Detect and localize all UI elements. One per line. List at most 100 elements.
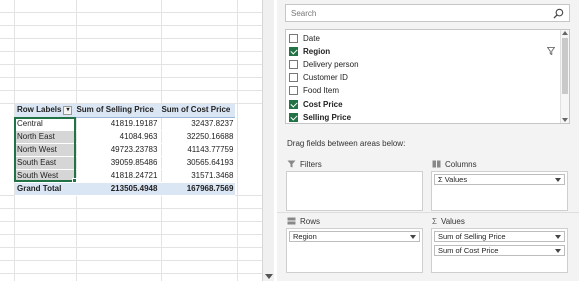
field-item-food-item[interactable]: Food Item xyxy=(289,84,557,97)
rows-region-pill[interactable]: Region xyxy=(289,231,420,242)
rows-area-title: Rows xyxy=(300,216,321,226)
area-separator xyxy=(277,212,579,213)
field-label: Region xyxy=(303,47,331,56)
pill-label: Sum of Selling Price xyxy=(438,232,506,241)
field-checkbox[interactable] xyxy=(289,60,298,69)
grid-row-line xyxy=(0,25,262,26)
grand-total-selling[interactable]: 213505.4948 xyxy=(74,181,160,196)
values-sum-cost-pill[interactable]: Sum of Cost Price xyxy=(434,245,565,256)
columns-icon xyxy=(432,160,441,168)
field-item-date[interactable]: Date xyxy=(289,32,557,45)
values-drop-zone[interactable]: Sum of Selling Price Sum of Cost Price xyxy=(431,228,568,273)
drag-fields-instruction: Drag fields between areas below: xyxy=(287,139,406,148)
grid-row-line xyxy=(0,64,262,65)
region-cell[interactable]: South East xyxy=(15,156,75,170)
grid-row-line xyxy=(0,90,262,91)
field-item-selling-price[interactable]: Selling Price xyxy=(289,111,557,123)
sheet-vertical-scrollbar[interactable] xyxy=(262,0,274,281)
table-row[interactable]: Central 41819.19187 32437.8237 xyxy=(15,117,236,131)
columns-area-title: Columns xyxy=(445,159,477,169)
rows-area-header: Rows xyxy=(287,215,320,227)
filters-drop-zone[interactable] xyxy=(286,171,423,211)
selling-cell[interactable]: 41818.24721 xyxy=(74,169,160,183)
selling-cell[interactable]: 41084.963 xyxy=(74,130,160,144)
cost-cell[interactable]: 30565.64193 xyxy=(159,156,236,170)
chevron-down-icon[interactable] xyxy=(555,249,561,253)
field-label: Date xyxy=(303,34,320,43)
pivot-header-row: Row Labels ▾ Sum of Selling Price Sum of … xyxy=(15,104,236,118)
region-cell[interactable]: North East xyxy=(15,130,75,144)
grid-row-line xyxy=(0,77,262,78)
region-cell[interactable]: Central xyxy=(15,117,75,131)
spreadsheet-grid[interactable]: Row Labels ▾ Sum of Selling Price Sum of … xyxy=(0,0,262,281)
field-label: Selling Price xyxy=(303,113,352,122)
grand-total-row[interactable]: Grand Total 213505.4948 167968.7569 xyxy=(15,181,236,196)
field-item-cost-price[interactable]: Cost Price xyxy=(289,98,557,111)
pivot-table[interactable]: Row Labels ▾ Sum of Selling Price Sum of … xyxy=(15,104,236,196)
chevron-down-icon[interactable] xyxy=(555,178,561,182)
table-row[interactable]: South East 39059.85486 30565.64193 xyxy=(15,156,236,170)
sigma-icon: Σ xyxy=(432,216,437,226)
field-search-box[interactable]: Search xyxy=(285,4,570,22)
table-row[interactable]: North West 49723.23783 41143.77759 xyxy=(15,143,236,157)
values-sum-selling-pill[interactable]: Sum of Selling Price xyxy=(434,231,565,242)
pivot-field-list[interactable]: Date Region Delivery person Customer ID … xyxy=(285,29,570,124)
rows-icon xyxy=(287,217,296,225)
region-cell[interactable]: North West xyxy=(15,143,75,157)
grid-column-line xyxy=(237,0,238,281)
chevron-down-icon[interactable] xyxy=(555,235,561,239)
field-label: Customer ID xyxy=(303,73,348,82)
region-cell[interactable]: South West xyxy=(15,169,75,183)
cost-cell[interactable]: 41143.77759 xyxy=(159,143,236,157)
pill-label: Region xyxy=(293,232,317,241)
field-checkbox[interactable] xyxy=(289,86,298,95)
field-checkbox[interactable] xyxy=(289,47,298,56)
columns-area-header: Columns xyxy=(432,158,477,170)
cost-cell[interactable]: 31571.3468 xyxy=(159,169,236,183)
chevron-down-icon[interactable] xyxy=(410,235,416,239)
field-item-customer-id[interactable]: Customer ID xyxy=(289,71,557,84)
columns-drop-zone[interactable]: Σ Values xyxy=(431,171,568,211)
field-label: Food Item xyxy=(303,86,340,95)
cost-cell[interactable]: 32437.8237 xyxy=(159,117,236,131)
field-item-region[interactable]: Region xyxy=(289,45,557,58)
scroll-down-arrow-icon[interactable] xyxy=(265,274,273,279)
scroll-thumb[interactable] xyxy=(562,38,568,94)
field-checkbox[interactable] xyxy=(289,113,298,122)
filters-area-title: Filters xyxy=(300,159,322,169)
field-label: Cost Price xyxy=(303,100,343,109)
fill-handle[interactable] xyxy=(72,178,77,183)
field-checkbox[interactable] xyxy=(289,73,298,82)
grand-total-label[interactable]: Grand Total xyxy=(15,181,75,196)
field-checkbox[interactable] xyxy=(289,100,298,109)
filter-funnel-icon[interactable] xyxy=(547,47,555,55)
selling-cell[interactable]: 49723.23783 xyxy=(74,143,160,157)
search-placeholder: Search xyxy=(291,9,317,18)
grid-row-line xyxy=(0,260,262,261)
field-list-scrollbar[interactable] xyxy=(560,30,569,123)
search-icon[interactable] xyxy=(553,8,564,19)
table-row[interactable]: North East 41084.963 32250.16688 xyxy=(15,130,236,144)
scroll-down-arrow-icon[interactable] xyxy=(562,118,568,122)
filters-area-header: Filters xyxy=(287,158,322,170)
grid-row-line xyxy=(0,12,262,13)
cost-cell[interactable]: 32250.16688 xyxy=(159,130,236,144)
grid-row-line xyxy=(0,221,262,222)
field-label: Delivery person xyxy=(303,60,359,69)
selling-cell[interactable]: 39059.85486 xyxy=(74,156,160,170)
selling-cell[interactable]: 41819.19187 xyxy=(74,117,160,131)
sum-selling-header[interactable]: Sum of Selling Price xyxy=(74,104,160,118)
pill-label: Sum of Cost Price xyxy=(438,246,499,255)
columns-values-pill[interactable]: Σ Values xyxy=(434,174,565,185)
filter-dropdown-icon[interactable]: ▾ xyxy=(63,105,73,115)
field-item-delivery-person[interactable]: Delivery person xyxy=(289,58,557,71)
pill-label: Σ Values xyxy=(438,175,468,184)
grid-row-line xyxy=(0,247,262,248)
grand-total-cost[interactable]: 167968.7569 xyxy=(159,181,236,196)
table-row[interactable]: South West 41818.24721 31571.3468 xyxy=(15,169,236,183)
scroll-up-arrow-icon[interactable] xyxy=(562,31,568,35)
field-checkbox[interactable] xyxy=(289,34,298,43)
rows-drop-zone[interactable]: Region xyxy=(286,228,423,273)
sum-cost-header[interactable]: Sum of Cost Price xyxy=(159,104,236,118)
row-labels-header[interactable]: Row Labels ▾ xyxy=(15,104,75,118)
